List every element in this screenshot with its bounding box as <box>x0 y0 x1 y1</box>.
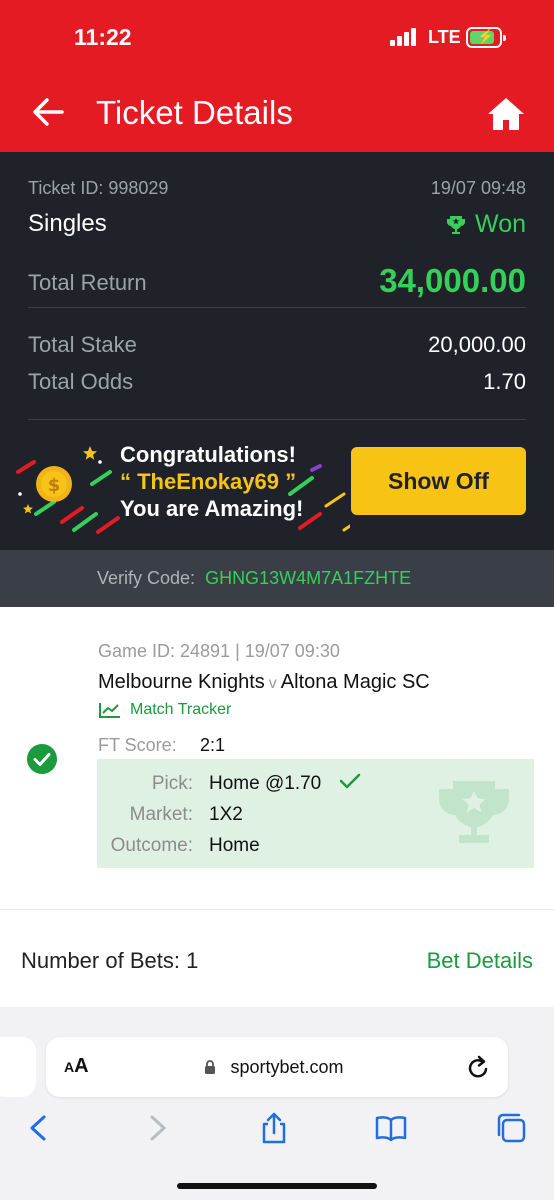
trophy-watermark-icon <box>439 781 509 843</box>
signal-icon <box>390 28 418 46</box>
status-time: 11:22 <box>74 24 132 50</box>
page-title: Ticket Details <box>96 94 293 131</box>
browser-forward-icon[interactable] <box>140 1111 174 1145</box>
home-indicator <box>177 1183 377 1189</box>
outcome-value: Home <box>209 835 260 856</box>
browser-back-icon[interactable] <box>22 1111 56 1145</box>
battery-icon: ⚡ <box>466 27 506 48</box>
total-stake-value: 20,000.00 <box>428 332 526 357</box>
verify-label: Verify Code: <box>97 568 196 588</box>
svg-text:$: $ <box>48 475 61 496</box>
chart-line-icon <box>99 703 120 718</box>
share-icon[interactable] <box>257 1111 291 1145</box>
address-bar[interactable]: AA sportybet.com <box>46 1037 508 1097</box>
ticket-summary: Ticket ID: 998029 19/07 09:48 Singles Wo… <box>0 152 554 550</box>
app-header: 11:22 LTE ⚡ Ticket Details <box>0 0 554 152</box>
ticket-date: 19/07 09:48 <box>430 178 526 198</box>
browser-toolbar: AA sportybet.com <box>0 1007 554 1200</box>
previous-tab-card[interactable] <box>0 1037 36 1097</box>
bet-type: Singles <box>28 210 107 237</box>
verify-code[interactable]: GHNG13W4M7A1FZHTE <box>205 568 411 589</box>
back-arrow-icon[interactable] <box>30 94 66 130</box>
network-label: LTE <box>428 27 461 47</box>
bet-card: Game ID: 24891 | 19/07 09:30 Melbourne K… <box>0 607 554 909</box>
pick-value: Home @1.70 <box>209 773 361 795</box>
bets-count: Number of Bets: 1 <box>21 948 199 973</box>
congrats-title: Congratulations! <box>120 442 296 467</box>
bet-details-link[interactable]: Bet Details <box>427 948 533 974</box>
trophy-icon <box>447 215 466 234</box>
total-odds-label: Total Odds <box>28 369 134 394</box>
home-icon[interactable] <box>486 96 526 132</box>
match-teams: Melbourne Knights v Altona Magic SC <box>98 671 430 694</box>
away-team: Altona Magic SC <box>280 671 430 693</box>
congrats-subtitle: You are Amazing! <box>120 496 304 521</box>
status-badge: Won <box>445 210 526 239</box>
reload-icon[interactable] <box>466 1053 492 1081</box>
match-tracker-link[interactable]: Match Tracker <box>98 701 231 719</box>
url-text[interactable]: sportybet.com <box>46 1057 508 1078</box>
total-stake-label: Total Stake <box>28 332 137 357</box>
total-return-value: 34,000.00 <box>379 262 526 299</box>
tabs-icon[interactable] <box>494 1111 528 1145</box>
pick-label: Pick: <box>151 773 193 794</box>
pick-box: Pick: Home @1.70 Market: 1X2 Outcome: Ho… <box>97 759 534 868</box>
total-return-label: Total Return <box>28 270 147 295</box>
ft-score-value: 2:1 <box>200 735 226 755</box>
total-odds-value: 1.70 <box>483 369 526 394</box>
pick-text: Home @1.70 <box>209 773 322 794</box>
status-text: Won <box>475 210 526 238</box>
outcome-label: Outcome: <box>110 835 193 856</box>
verify-code-bar: Verify Code: GHNG13W4M7A1FZHTE <box>0 550 554 607</box>
bets-summary-row: Number of Bets: 1 Bet Details <box>0 909 554 1007</box>
show-off-button[interactable]: Show Off <box>351 447 526 515</box>
divider <box>28 307 526 308</box>
check-circle-icon <box>27 744 57 774</box>
home-team: Melbourne Knights <box>98 671 265 693</box>
congrats-username: “ TheEnokay69 ” <box>120 469 297 494</box>
ft-score-label: FT Score: <box>98 735 177 755</box>
market-value: 1X2 <box>209 804 243 825</box>
game-id: Game ID: 24891 | 19/07 09:30 <box>98 641 340 661</box>
match-tracker-label: Match Tracker <box>130 701 232 718</box>
market-label: Market: <box>129 804 193 825</box>
checkmark-icon <box>339 773 360 789</box>
divider <box>28 419 526 420</box>
bookmarks-icon[interactable] <box>374 1111 408 1145</box>
vs-label: v <box>268 675 277 692</box>
ticket-id: Ticket ID: 998029 <box>28 178 169 198</box>
